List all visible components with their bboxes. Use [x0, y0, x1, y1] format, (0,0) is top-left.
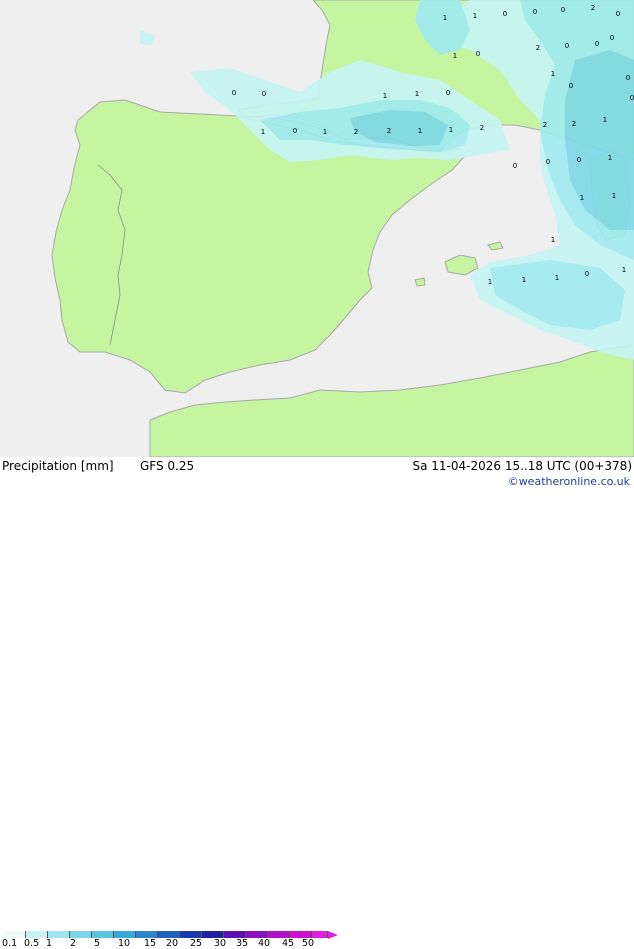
- legend-swatch: [158, 931, 180, 938]
- precip-value-label: 1: [449, 126, 453, 134]
- precip-value-label: 0: [616, 10, 620, 18]
- precip-value-label: 2: [543, 121, 547, 129]
- precip-value-label: 0: [262, 90, 266, 98]
- precip-value-label: 2: [591, 4, 595, 12]
- legend-swatch: [114, 931, 136, 938]
- legend-tick-label: 20: [166, 938, 179, 949]
- precip-value-label: 0: [595, 40, 599, 48]
- precip-value-label: 0: [513, 162, 517, 170]
- precip-value-label: 1: [473, 12, 477, 20]
- precip-value-label: 0: [293, 127, 297, 135]
- precip-value-label: 1: [551, 70, 555, 78]
- precip-value-label: 0: [630, 94, 634, 102]
- model-name: GFS 0.25: [140, 459, 195, 473]
- legend-color-bar: [4, 930, 338, 939]
- precip-value-label: 0: [446, 89, 450, 97]
- precip-value-label: 2: [572, 120, 576, 128]
- precip-value-label: 1: [261, 128, 265, 136]
- legend-tick-label: 0.5: [24, 938, 40, 949]
- precip-value-label: 1: [551, 236, 555, 244]
- precip-value-label: 1: [622, 266, 626, 274]
- legend-swatch: [312, 931, 328, 938]
- legend-swatch: [290, 931, 312, 938]
- legend-swatch: [136, 931, 158, 938]
- precip-value-label: 1: [323, 128, 327, 136]
- legend-tick-label: 1: [46, 938, 53, 949]
- legend-tick-label: 45: [282, 938, 295, 949]
- footer: Precipitation [mm] GFS 0.25 Sa 11-04-202…: [0, 457, 634, 949]
- legend-tick-label: 25: [190, 938, 203, 949]
- legend-tick-label: 0.1: [2, 938, 18, 949]
- land-ibiza: [414, 277, 426, 287]
- precip-value-label: 0: [476, 50, 480, 58]
- precip-value-label: 0: [503, 10, 507, 18]
- legend-swatch: [224, 931, 246, 938]
- precip-value-label: 0: [569, 82, 573, 90]
- precip-value-label: 0: [533, 8, 537, 16]
- precip-value-label: 1: [415, 90, 419, 98]
- legend-swatch: [202, 931, 224, 938]
- precip-value-label: 2: [480, 124, 484, 132]
- precip-value-label: 1: [418, 127, 422, 135]
- legend-swatch: [70, 931, 92, 938]
- precip-value-label: 0: [565, 42, 569, 50]
- legend-swatch: [26, 931, 48, 938]
- precip-value-label: 0: [546, 158, 550, 166]
- precip-value-label: 2: [387, 127, 391, 135]
- legend-tick-label: 2: [70, 938, 77, 949]
- legend-swatch: [4, 931, 26, 938]
- precip-value-label: 1: [612, 192, 616, 200]
- precip-value-label: 0: [585, 270, 589, 278]
- precip-value-label: 2: [354, 128, 358, 136]
- legend-swatch: [92, 931, 114, 938]
- valid-datetime: Sa 11-04-2026 15..18 UTC (00+378): [412, 459, 632, 473]
- precip-value-label: 0: [577, 156, 581, 164]
- precip-value-label: 0: [610, 34, 614, 42]
- precip-value-label: 0: [561, 6, 565, 14]
- precip-value-label: 0: [626, 74, 630, 82]
- legend-tick-label: 15: [144, 938, 157, 949]
- precip-value-label: 1: [555, 274, 559, 282]
- precip-value-label: 1: [383, 92, 387, 100]
- legend-tick-label: 5: [94, 938, 101, 949]
- legend-tick-label: 35: [236, 938, 249, 949]
- precip-value-label: 0: [232, 89, 236, 97]
- legend-swatch: [246, 931, 268, 938]
- legend-swatch: [268, 931, 290, 938]
- precip-value-label: 2: [536, 44, 540, 52]
- precip-value-label: 1: [603, 116, 607, 124]
- precip-value-label: 1: [522, 276, 526, 284]
- legend-swatch: [48, 931, 70, 938]
- legend-tick-label: 10: [118, 938, 131, 949]
- legend-tick-label: 40: [258, 938, 271, 949]
- legend-arrow-icon: [328, 930, 338, 939]
- legend-swatch: [180, 931, 202, 938]
- legend-tick-label: 30: [214, 938, 227, 949]
- precip-value-label: 1: [488, 278, 492, 286]
- precip-value-label: 1: [453, 52, 457, 60]
- precip-value-label: 1: [580, 194, 584, 202]
- chart-title: Precipitation [mm]: [2, 459, 114, 473]
- credit-link[interactable]: ©weatheronline.co.uk: [508, 475, 630, 488]
- precipitation-map: 1 1 0 0 0 2 0 1 0 2 0 0 0 0 1 0 0 0 0 1 1 0 2 2 1 1 0 1 2 2 1 1 2 0 0 0 1 1 1 1…: [0, 0, 634, 457]
- precip-value-label: 1: [443, 14, 447, 22]
- precip-value-label: 1: [608, 154, 612, 162]
- legend-tick-label: 50: [302, 938, 315, 949]
